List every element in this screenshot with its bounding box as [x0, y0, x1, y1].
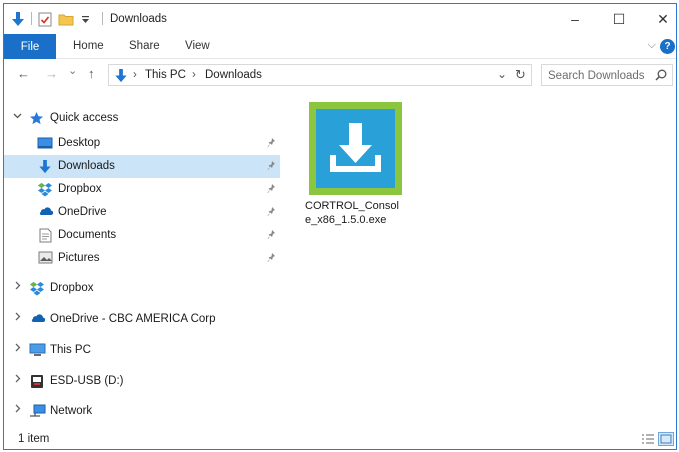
file-item[interactable]: CORTROL_Console_x86_1.5.0.exe	[299, 99, 402, 229]
title-bar: Downloads – ☐ ✕	[4, 4, 676, 34]
address-bar[interactable]: › This PC › Downloads ⌄ ↻	[108, 64, 532, 86]
onedrive-icon	[37, 205, 54, 220]
star-icon	[29, 111, 45, 126]
tab-file[interactable]: File	[4, 34, 56, 59]
help-icon[interactable]: ?	[660, 39, 675, 54]
installer-download-icon	[309, 102, 402, 195]
expand-chevron-icon[interactable]	[12, 404, 22, 416]
nav-root-dropbox[interactable]: Dropbox	[4, 277, 280, 300]
nav-label-network: Network	[50, 405, 93, 417]
window-title: Downloads	[110, 13, 167, 25]
network-icon	[29, 404, 46, 419]
back-button[interactable]: ←	[17, 66, 30, 81]
pin-icon[interactable]	[266, 160, 276, 172]
nav-item-desktop[interactable]: Desktop	[4, 132, 280, 155]
pin-icon[interactable]	[266, 137, 276, 149]
breadcrumb-separator: ›	[133, 69, 137, 81]
up-button[interactable]: ↑	[88, 66, 95, 81]
nav-label-desktop: Desktop	[58, 137, 101, 149]
expand-chevron-icon[interactable]	[12, 374, 22, 386]
nav-item-documents[interactable]: Documents	[4, 224, 280, 247]
nav-label-downloads: Downloads	[58, 160, 115, 172]
file-explorer-window: Downloads – ☐ ✕ File Home Share View ⌵ ?…	[3, 3, 677, 450]
expand-chevron-icon[interactable]	[12, 281, 22, 293]
breadcrumb-downloads[interactable]: Downloads	[205, 69, 262, 81]
expand-chevron-icon[interactable]	[12, 312, 22, 324]
breadcrumb-separator: ›	[192, 69, 196, 81]
customize-toolbar-icon[interactable]	[79, 11, 91, 27]
quick-access-separator	[31, 12, 32, 25]
nav-quick-access[interactable]: Quick access	[4, 107, 280, 130]
file-list: CORTROL_Console_x86_1.5.0.exe	[289, 93, 676, 426]
nav-label-usb-drive: ESD-USB (D:)	[50, 375, 124, 387]
expand-chevron-icon[interactable]	[12, 343, 22, 355]
pin-icon[interactable]	[266, 229, 276, 241]
file-name: CORTROL_Console_x86_1.5.0.exe	[305, 200, 399, 226]
nav-item-downloads[interactable]: Downloads	[4, 155, 280, 178]
downloads-icon	[38, 159, 54, 174]
nav-item-pictures[interactable]: Pictures	[4, 247, 280, 270]
close-button[interactable]: ✕	[641, 4, 676, 34]
expand-ribbon-icon[interactable]: ⌵	[648, 39, 656, 52]
pin-icon[interactable]	[266, 183, 276, 195]
usb-drive-icon	[30, 374, 46, 389]
nav-label-quick-access: Quick access	[50, 112, 119, 124]
documents-icon	[39, 228, 55, 243]
pin-icon[interactable]	[266, 252, 276, 264]
nav-label-onedrive-cbc: OneDrive - CBC AMERICA Corp	[50, 313, 216, 325]
nav-item-onedrive[interactable]: OneDrive	[4, 201, 280, 224]
tab-share[interactable]: Share	[129, 40, 160, 52]
status-bar: 1 item	[4, 428, 676, 449]
tab-home[interactable]: Home	[73, 40, 104, 52]
dropbox-icon	[29, 281, 45, 296]
desktop-icon	[37, 136, 53, 151]
title-separator	[102, 12, 103, 25]
details-view-icon[interactable]	[640, 432, 656, 446]
recent-locations-button[interactable]: ⌄	[68, 64, 77, 77]
nav-label-onedrive: OneDrive	[58, 206, 107, 218]
navigation-bar: ← → ⌄ ↑ › This PC › Downloads ⌄ ↻	[4, 60, 676, 91]
nav-label-dropbox: Dropbox	[58, 183, 102, 195]
search-input[interactable]	[548, 68, 652, 83]
address-history-button[interactable]: ⌄	[497, 67, 507, 81]
this-pc-icon	[29, 343, 46, 358]
maximize-button[interactable]: ☐	[597, 4, 641, 34]
nav-label-pictures: Pictures	[58, 252, 100, 264]
search-icon[interactable]	[655, 69, 667, 84]
properties-icon[interactable]	[37, 11, 53, 27]
dropbox-icon	[37, 182, 53, 197]
nav-root-this-pc[interactable]: This PC	[4, 339, 280, 362]
tab-view[interactable]: View	[185, 40, 210, 52]
refresh-button[interactable]: ↻	[515, 67, 526, 83]
ribbon-tabs: File Home Share View ⌵ ?	[4, 34, 676, 59]
nav-root-onedrive-cbc[interactable]: OneDrive - CBC AMERICA Corp	[4, 308, 280, 331]
window-download-icon[interactable]	[10, 11, 26, 27]
item-count: 1 item	[18, 433, 50, 445]
downloads-location-icon	[114, 68, 128, 86]
new-folder-icon[interactable]	[57, 11, 75, 27]
navigation-pane: Quick access Desktop Downloads Dropbox O…	[4, 99, 287, 424]
nav-item-dropbox[interactable]: Dropbox	[4, 178, 280, 201]
nav-root-usb-drive[interactable]: ESD-USB (D:)	[4, 370, 280, 393]
minimize-button[interactable]: –	[553, 4, 597, 34]
breadcrumb-this-pc[interactable]: This PC	[145, 69, 186, 81]
onedrive-icon	[29, 312, 46, 327]
nav-root-network[interactable]: Network	[4, 400, 280, 423]
nav-label-documents: Documents	[58, 229, 117, 241]
pin-icon[interactable]	[266, 206, 276, 218]
nav-label-dropbox-root: Dropbox	[50, 282, 94, 294]
large-icons-view-icon[interactable]	[658, 432, 674, 446]
collapse-chevron-icon[interactable]	[12, 111, 22, 123]
forward-button[interactable]: →	[45, 66, 58, 81]
search-box[interactable]	[541, 64, 673, 86]
nav-label-this-pc: This PC	[50, 344, 91, 356]
pictures-icon	[38, 251, 54, 266]
